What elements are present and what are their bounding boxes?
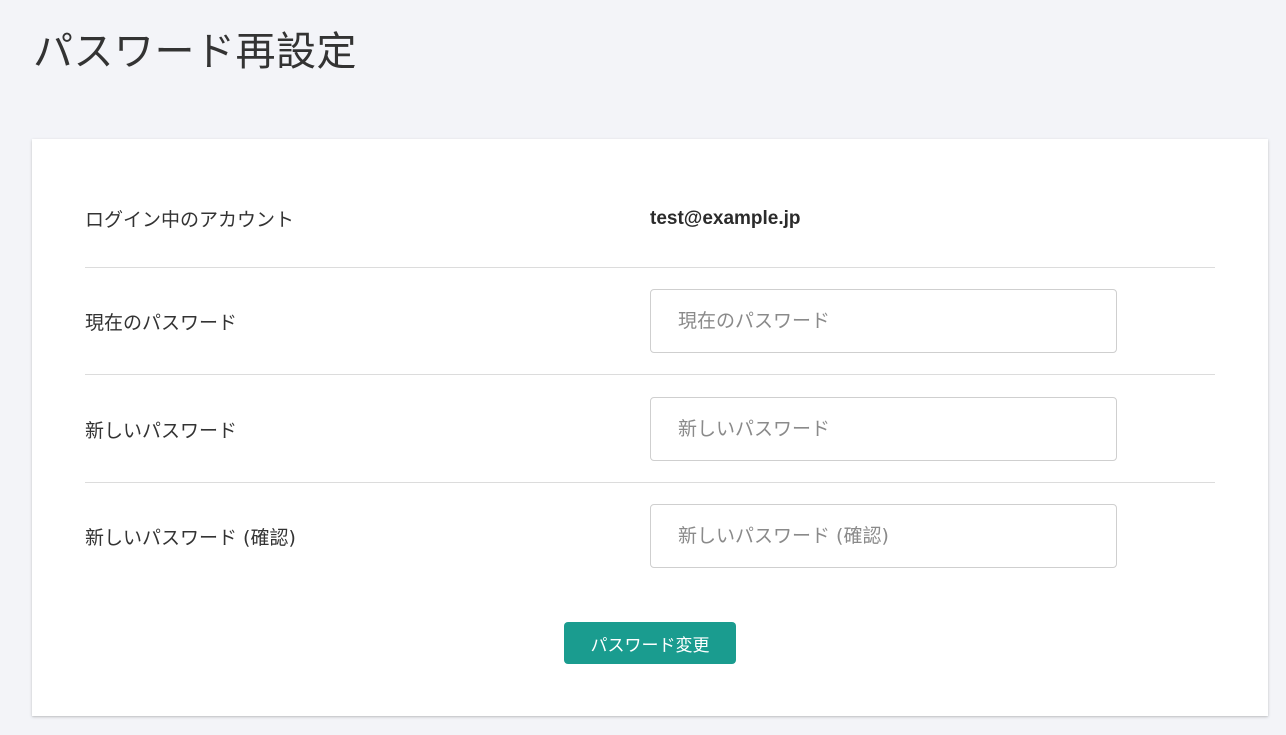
password-reset-card: ログイン中のアカウント test@example.jp 現在のパスワード 新しい… — [32, 139, 1268, 716]
divider — [85, 482, 1215, 483]
current-password-row: 現在のパスワード — [85, 289, 1215, 353]
current-password-field[interactable] — [650, 289, 1117, 353]
confirm-password-row: 新しいパスワード (確認) — [85, 504, 1215, 568]
divider — [85, 374, 1215, 375]
account-label: ログイン中のアカウント — [85, 209, 295, 231]
confirm-password-field[interactable] — [650, 504, 1117, 568]
current-password-label: 現在のパスワード — [85, 312, 238, 334]
new-password-label: 新しいパスワード — [85, 420, 238, 442]
divider — [85, 267, 1215, 268]
page-title: パスワード再設定 — [33, 29, 357, 75]
new-password-field[interactable] — [650, 397, 1117, 461]
account-email: test@example.jp — [650, 208, 801, 229]
change-password-button[interactable]: パスワード変更 — [564, 622, 736, 664]
confirm-password-label: 新しいパスワード (確認) — [85, 527, 296, 549]
account-row: ログイン中のアカウント test@example.jp — [85, 205, 1215, 235]
new-password-row: 新しいパスワード — [85, 397, 1215, 461]
